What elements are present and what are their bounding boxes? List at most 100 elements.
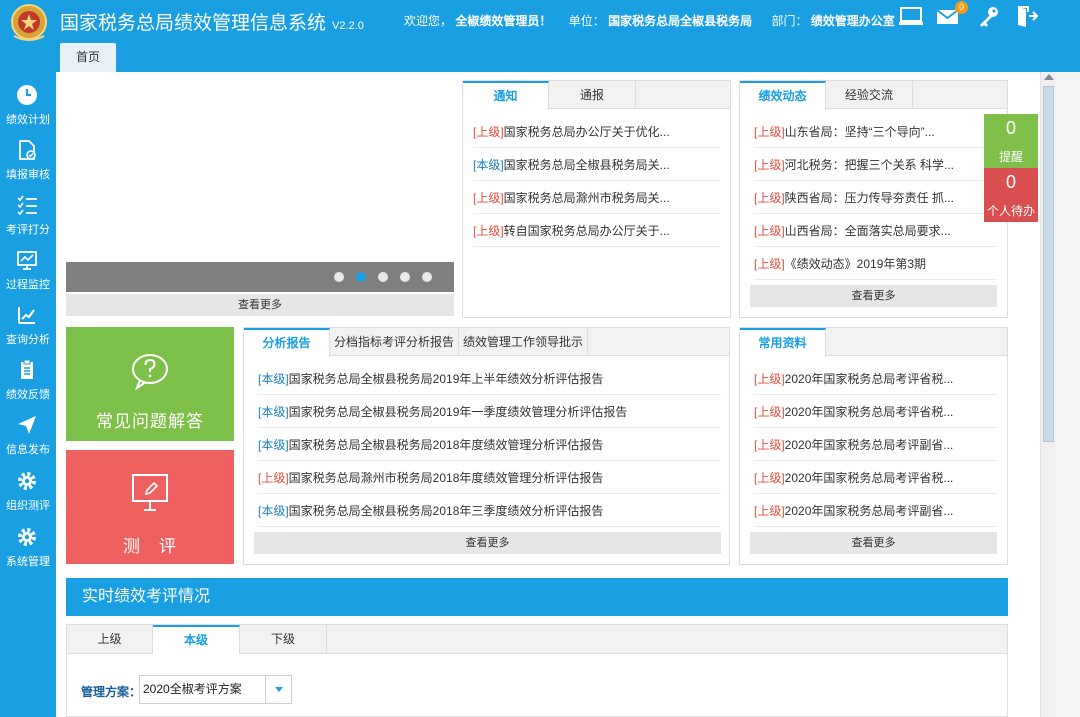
todo-counter[interactable]: 0 个人待办 [984,168,1038,222]
tab-performance-news[interactable]: 绩效动态 [740,81,826,110]
system-title: 国家税务总局绩效管理信息系统 V2.2.0 [60,8,364,35]
analysis-report-panel: 分析报告 分档指标考评分析报告 绩效管理工作领导批示 [本级]国家税务总局全椒县… [243,327,730,565]
level-tag: [本级] [258,405,289,419]
carousel-dot-active[interactable] [356,272,366,282]
list-item[interactable]: [上级]陕西省局：压力传导夯责任 抓... [754,182,997,214]
scrollbar-thumb[interactable] [1043,86,1054,442]
list-item[interactable]: [本级]国家税务总局全椒县税务局2018年度绩效管理分析评估报告 [258,429,721,461]
tab-experience[interactable]: 经验交流 [826,81,913,109]
sidebar-item-label: 信息发布 [6,444,50,456]
level-tag: [上级] [754,257,785,271]
tab-subordinate[interactable]: 下级 [240,625,327,653]
computer-icon[interactable] [898,4,924,28]
sidebar-item-system[interactable]: 系统管理 [0,518,56,572]
list-item[interactable]: [上级]2020年国家税务总局考评省税... [754,462,997,494]
carousel-dot[interactable] [378,272,388,282]
sidebar-item-feedback[interactable]: 绩效反馈 [0,351,56,405]
list-item[interactable]: [本级]国家税务总局全椒县税务局2019年上半年绩效分析评估报告 [258,363,721,395]
evaluation-label: 测 评 [123,537,177,556]
sidebar-item-review[interactable]: 填报审核 [0,131,56,185]
list-item[interactable]: [本级]国家税务总局全椒县税务局2019年一季度绩效管理分析评估报告 [258,396,721,428]
list-item[interactable]: [上级]国家税务总局办公厅关于优化... [473,116,720,148]
tab-indicator-report[interactable]: 分档指标考评分析报告 [330,328,459,356]
send-icon [18,416,36,434]
tab-bulletin[interactable]: 通报 [549,81,636,109]
list-item[interactable]: [上级]2020年国家税务总局考评省税... [754,396,997,428]
list-item[interactable]: [上级]2020年国家税务总局考评省税... [754,363,997,395]
level-tag: [上级] [754,471,785,485]
sidebar-item-query[interactable]: 查询分析 [0,296,56,350]
realtime-tabbar: 上级 本级 下级 [67,625,1007,654]
tab-analysis-report[interactable]: 分析报告 [244,328,330,357]
banner-more-button[interactable]: 查看更多 [66,294,454,316]
tab-home[interactable]: 首页 [60,43,116,72]
level-tag: [上级] [473,224,504,238]
sidebar-item-publish[interactable]: 信息发布 [0,406,56,460]
main-scrollbar[interactable] [1040,72,1056,717]
item-title: 山东省局：坚持“三个导向”... [784,125,935,139]
user-info: 欢迎您， 全椒绩效管理员！ 单位： 国家税务总局全椒县税务局 部门： 绩效管理办… [404,12,895,29]
current-dept: 绩效管理办公室 [810,14,895,28]
unit-label: 单位： [568,14,605,28]
clipboard-icon [21,359,33,379]
sidebar-item-scoring[interactable]: 考评打分 [0,186,56,240]
list-item[interactable]: [上级]国家税务总局滁州市税务局关... [473,182,720,214]
sidebar-item-label: 过程监控 [6,279,50,291]
plan-select[interactable]: 2020全椒考评方案 [139,675,292,704]
level-tag: [本级] [258,504,289,518]
notice-panel: 通知 通报 [上级]国家税务总局办公厅关于优化... [本级]国家税务总局全椒县… [462,80,731,318]
reminder-counter[interactable]: 0 提醒 [984,114,1038,168]
level-tag: [上级] [473,191,504,205]
list-item[interactable]: [上级]2020年国家税务总局考评副省... [754,495,997,527]
analysis-more-button[interactable]: 查看更多 [254,532,721,554]
monitor-chart-icon [17,251,37,270]
resources-more-button[interactable]: 查看更多 [750,532,997,554]
tab-leader-instructions[interactable]: 绩效管理工作领导批示 [459,328,588,356]
sidebar-item-plan[interactable]: 绩效计划 [0,76,56,130]
sidebar-item-monitor[interactable]: 过程监控 [0,241,56,295]
level-tag: [本级] [258,438,289,452]
carousel-dot[interactable] [334,272,344,282]
item-title: 2020年国家税务总局考评副省... [784,438,954,452]
list-item[interactable]: [上级]国家税务总局滁州市税务局2018年度绩效管理分析评估报告 [258,462,721,494]
doc-check-icon [19,140,36,160]
carousel-dot[interactable] [422,272,432,282]
faq-tile[interactable]: 常见问题解答 [66,327,234,441]
list-item[interactable]: [上级]《绩效动态》2019年第3期 [754,248,997,280]
tab-superior[interactable]: 上级 [67,625,153,653]
list-item[interactable]: [上级]山西省局：全面落实总局要求... [754,215,997,247]
list-item[interactable]: [本级]国家税务总局全椒县税务局关... [473,149,720,181]
chevron-down-icon[interactable] [265,676,292,703]
evaluation-tile[interactable]: 测 评 [66,450,234,564]
level-tag: [上级] [754,372,785,386]
carousel-indicator-bar [66,262,454,292]
list-item[interactable]: [上级]2020年国家税务总局考评副省... [754,429,997,461]
notice-tabbar: 通知 通报 [463,81,730,110]
logout-icon[interactable] [1014,4,1040,28]
list-item[interactable]: [上级]山东省局：坚持“三个导向”... [754,116,997,148]
item-title: 2020年国家税务总局考评省税... [784,372,954,386]
scroll-up-arrow-icon[interactable] [1044,74,1054,80]
news-more-button[interactable]: 查看更多 [750,285,997,307]
gear-icon [18,528,36,546]
carousel-dot[interactable] [400,272,410,282]
realtime-section-title: 实时绩效考评情况 [66,578,1008,616]
key-icon[interactable] [976,4,1002,28]
item-title: 山西省局：全面落实总局要求... [784,224,951,238]
list-item[interactable]: [上级]河北税务：把握三个关系 科学... [754,149,997,181]
tab-common-resources[interactable]: 常用资料 [740,328,826,357]
item-title: 2020年国家税务总局考评省税... [784,405,954,419]
item-title: 国家税务总局滁州市税务局关... [503,191,670,205]
sidebar-item-label: 系统管理 [6,556,50,568]
list-item[interactable]: [本级]国家税务总局全椒县税务局2018年三季度绩效分析评估报告 [258,495,721,527]
list-item[interactable]: [上级]转自国家税务总局办公厅关于... [473,215,720,247]
sidebar-item-org-eval[interactable]: 组织测评 [0,462,56,516]
sidebar-item-label: 考评打分 [6,224,50,236]
sidebar-item-label: 组织测评 [6,500,50,512]
gear-icon [18,472,36,490]
sidebar-item-label: 填报审核 [6,169,50,181]
plan-selected-value: 2020全椒考评方案 [143,682,242,696]
system-title-text: 国家税务总局绩效管理信息系统 [60,13,327,34]
tab-notice[interactable]: 通知 [463,81,549,110]
tab-current-level[interactable]: 本级 [153,625,240,654]
